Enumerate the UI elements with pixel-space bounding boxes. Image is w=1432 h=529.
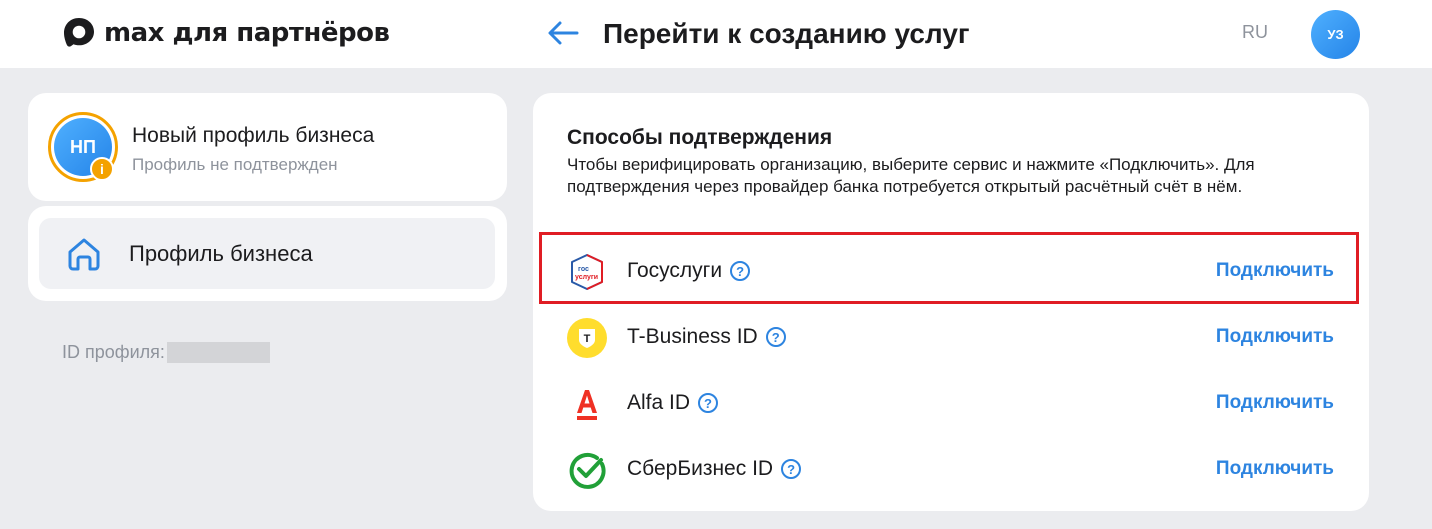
method-name-sber: СберБизнес ID ? [627, 457, 802, 481]
connect-tbusiness-button[interactable]: Подключить [1216, 326, 1334, 348]
method-row-sber: СберБизнес ID ? Подключить [533, 437, 1369, 503]
method-label: СберБизнес ID [627, 457, 774, 480]
gosuslugi-logo-icon: гос услуги [571, 254, 603, 290]
connect-sber-button[interactable]: Подключить [1216, 458, 1334, 480]
help-icon[interactable]: ? [730, 261, 751, 281]
method-label: Alfa ID [627, 391, 691, 414]
connect-gosuslugi-button[interactable]: Подключить [1216, 260, 1334, 282]
method-name-gosuslugi: Госуслуги ? [627, 259, 751, 283]
connect-alfa-button[interactable]: Подключить [1216, 392, 1334, 414]
section-title: Способы подтверждения [567, 126, 833, 149]
home-icon [68, 238, 100, 271]
language-switcher[interactable]: RU [1242, 22, 1268, 43]
method-row-alfa: Alfa ID ? Подключить [533, 371, 1369, 437]
tbank-logo-text: T [584, 333, 591, 345]
method-name-tbusiness: T-Business ID ? [627, 325, 786, 349]
page-title: Перейти к созданию услуг [603, 18, 970, 49]
profile-id: ID профиля: [62, 342, 270, 363]
help-icon[interactable]: ? [781, 459, 802, 479]
max-logo-icon [64, 18, 94, 47]
user-avatar[interactable]: УЗ [1311, 10, 1360, 59]
gosuslugi-logo-text-bottom: услуги [575, 274, 598, 281]
gosuslugi-logo-text-top: гос [578, 266, 589, 273]
alfa-logo-icon [577, 390, 597, 420]
profile-id-label: ID профиля: [62, 342, 165, 362]
profile-name: Новый профиль бизнеса [132, 124, 375, 147]
method-row-gosuslugi: гос услуги Госуслуги ? Подключить [533, 239, 1369, 305]
section-description: Чтобы верифицировать организацию, выбери… [567, 155, 1255, 196]
method-label: Госуслуги [627, 259, 723, 282]
method-label: T-Business ID [627, 325, 758, 348]
business-profile-card[interactable]: НП i Новый профиль бизнеса Профиль не по… [28, 93, 507, 201]
profile-id-redacted [166, 342, 270, 363]
top-header: max для партнёров Перейти к созданию усл… [0, 0, 1432, 68]
method-row-tbusiness: T T-Business ID ? Подключить [533, 305, 1369, 371]
profile-status: Профиль не подтвержден [132, 155, 338, 174]
back-arrow-icon[interactable] [545, 17, 581, 49]
tbank-logo-icon: T [567, 318, 607, 358]
logo-text: max для партнёров [104, 18, 390, 48]
max-logo[interactable]: max для партнёров [62, 14, 390, 52]
method-name-alfa: Alfa ID ? [627, 391, 719, 415]
info-icon: i [90, 157, 114, 181]
help-icon[interactable]: ? [765, 327, 786, 347]
sber-logo-icon [569, 452, 606, 489]
verification-methods-card: Способы подтверждения Чтобы верифицирова… [533, 93, 1369, 511]
help-icon[interactable]: ? [698, 393, 719, 413]
sidebar-nav: Профиль бизнеса [28, 206, 507, 301]
sidebar-item-label: Профиль бизнеса [129, 241, 313, 266]
sidebar-item-business-profile[interactable]: Профиль бизнеса [39, 218, 495, 289]
